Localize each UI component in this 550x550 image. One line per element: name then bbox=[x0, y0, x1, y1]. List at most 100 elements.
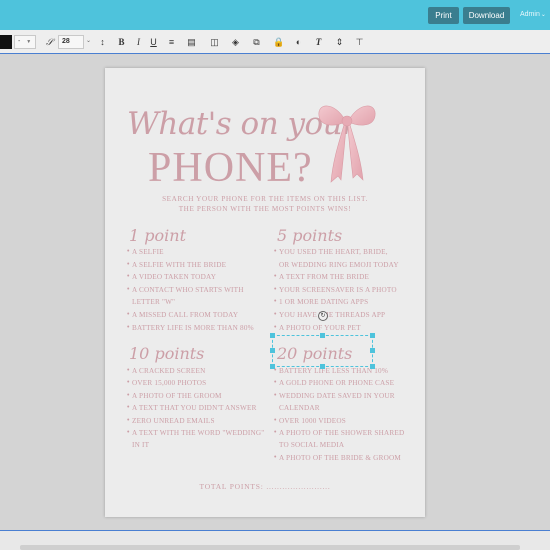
section-heading-1-point[interactable]: 1 point bbox=[129, 226, 186, 245]
opacity-icon[interactable]: ◐ bbox=[293, 36, 304, 48]
line-style-value: - bbox=[18, 38, 21, 45]
top-bar: Print Download Admin⌄ bbox=[0, 0, 550, 30]
bullet: • bbox=[127, 286, 130, 293]
bullet: • bbox=[127, 324, 130, 331]
design-canvas-page[interactable]: What's on your PHONE? SEARCH YOUR PHONE … bbox=[105, 68, 425, 517]
bullet: • bbox=[127, 379, 130, 386]
bullet: • bbox=[274, 273, 277, 280]
bullet: • bbox=[274, 417, 277, 424]
text-style-icon[interactable]: 𝒮 bbox=[44, 36, 55, 48]
print-button[interactable]: Print bbox=[428, 7, 459, 24]
resize-handle-top-left[interactable] bbox=[270, 333, 275, 338]
bullet: • bbox=[127, 429, 130, 436]
spacing-icon[interactable]: ⇕ bbox=[334, 36, 345, 48]
bullet: • bbox=[274, 379, 277, 386]
scrollbar-thumb[interactable] bbox=[20, 545, 520, 550]
chevron-down-icon[interactable]: ⌄ bbox=[86, 37, 91, 44]
list-item[interactable]: TO SOCIAL MEDIA bbox=[279, 441, 344, 449]
layers-icon[interactable]: ◫ bbox=[209, 36, 220, 48]
selection-box[interactable] bbox=[272, 335, 373, 367]
resize-handle-top-right[interactable] bbox=[370, 333, 375, 338]
bullet: • bbox=[274, 248, 277, 255]
user-menu-label: Admin bbox=[520, 11, 540, 18]
section-heading-5-points[interactable]: 5 points bbox=[277, 226, 342, 245]
underline-icon[interactable]: U bbox=[148, 36, 159, 48]
bullet: • bbox=[127, 273, 130, 280]
list-item[interactable]: YOU HAVE THE THREADS APP bbox=[279, 311, 385, 319]
title-main[interactable]: PHONE? bbox=[148, 144, 313, 192]
bold-icon[interactable]: B bbox=[116, 36, 127, 48]
format-toolbar: - ▼ 𝒮 28 ⌄ ↕ B I U ≡ ▤ ◫ ◈ ⧉ 🔒 ◐ T ⇕ ⊤ bbox=[0, 30, 550, 54]
list-item[interactable]: LETTER "W" bbox=[132, 298, 175, 306]
bullet: • bbox=[274, 392, 277, 399]
resize-handle-left[interactable] bbox=[270, 348, 275, 353]
list-item[interactable]: OVER 15,000 PHOTOS bbox=[132, 379, 206, 387]
bullet: • bbox=[274, 429, 277, 436]
rotate-handle-icon[interactable]: ↻ bbox=[318, 311, 328, 321]
font-size-select[interactable]: 28 bbox=[58, 35, 84, 49]
list-item[interactable]: A PHOTO OF THE SHOWER SHARED bbox=[279, 429, 404, 437]
font-size-value: 28 bbox=[62, 38, 70, 45]
list-item[interactable]: A CRACKED SCREEN bbox=[132, 367, 206, 375]
list-item[interactable]: A TEXT WITH THE WORD "WEDDING" bbox=[132, 429, 264, 437]
list-item[interactable]: 1 OR MORE DATING APPS bbox=[279, 298, 368, 306]
bullet: • bbox=[274, 324, 277, 331]
list-item[interactable]: A SELFIE WITH THE BRIDE bbox=[132, 261, 226, 269]
download-button[interactable]: Download bbox=[463, 7, 510, 24]
list-item[interactable]: A SELFIE bbox=[132, 248, 164, 256]
list-item[interactable]: YOUR SCREENSAVER IS A PHOTO bbox=[279, 286, 397, 294]
resize-handle-bottom-right[interactable] bbox=[370, 364, 375, 369]
list-item[interactable]: A MISSED CALL FROM TODAY bbox=[132, 311, 238, 319]
duplicate-icon[interactable]: ⧉ bbox=[251, 36, 262, 48]
total-points-line[interactable]: TOTAL POINTS: ........................ bbox=[105, 482, 425, 491]
crop-icon[interactable]: ⊤ bbox=[354, 36, 365, 48]
bullet: • bbox=[127, 417, 130, 424]
section-heading-10-points[interactable]: 10 points bbox=[129, 344, 204, 363]
list-item[interactable]: A VIDEO TAKEN TODAY bbox=[132, 273, 216, 281]
bullet: • bbox=[127, 311, 130, 318]
line-height-icon[interactable]: ↕ bbox=[97, 36, 108, 48]
list-item[interactable]: YOU USED THE HEART, BRIDE, bbox=[279, 248, 388, 256]
instructions-line-2[interactable]: THE PERSON WITH THE MOST POINTS WINS! bbox=[105, 205, 425, 213]
bullet: • bbox=[274, 454, 277, 461]
bullet: • bbox=[127, 392, 130, 399]
user-menu[interactable]: Admin⌄ bbox=[520, 11, 546, 18]
list-item[interactable]: A GOLD PHONE OR PHONE CASE bbox=[279, 379, 394, 387]
resize-handle-right[interactable] bbox=[370, 348, 375, 353]
list-item[interactable]: A PHOTO OF THE BRIDE & GROOM bbox=[279, 454, 401, 462]
align-icon[interactable]: ≡ bbox=[166, 36, 177, 48]
resize-handle-top[interactable] bbox=[320, 333, 325, 338]
chevron-down-icon: ▼ bbox=[26, 39, 32, 45]
bullet: • bbox=[127, 248, 130, 255]
list-item[interactable]: CALENDAR bbox=[279, 404, 320, 412]
list-item[interactable]: OVER 1000 VIDEOS bbox=[279, 417, 346, 425]
instructions-line-1[interactable]: SEARCH YOUR PHONE FOR THE ITEMS ON THIS … bbox=[105, 195, 425, 203]
lock-icon[interactable]: 🔒 bbox=[273, 36, 284, 48]
replace-image-icon[interactable]: ▤ bbox=[186, 36, 197, 48]
list-item[interactable]: ZERO UNREAD EMAILS bbox=[132, 417, 215, 425]
resize-handle-bottom-left[interactable] bbox=[270, 364, 275, 369]
bullet: • bbox=[127, 404, 130, 411]
italic-icon[interactable]: I bbox=[133, 36, 144, 48]
list-item[interactable]: WEDDING DATE SAVED IN YOUR bbox=[279, 392, 395, 400]
bullet: • bbox=[274, 311, 277, 318]
list-item[interactable]: IN IT bbox=[132, 441, 149, 449]
list-item[interactable]: A PHOTO OF YOUR PET bbox=[279, 324, 361, 332]
bullet: • bbox=[127, 367, 130, 374]
stack-icon[interactable]: ◈ bbox=[230, 36, 241, 48]
list-item[interactable]: A TEXT THAT YOU DIDN'T ANSWER bbox=[132, 404, 257, 412]
list-item[interactable]: A TEXT FROM THE BRIDE bbox=[279, 273, 369, 281]
list-item[interactable]: OR WEDDING RING EMOJI TODAY bbox=[279, 261, 399, 269]
bullet: • bbox=[274, 298, 277, 305]
text-transform-icon[interactable]: T bbox=[313, 36, 324, 48]
color-picker[interactable] bbox=[0, 35, 12, 49]
list-item[interactable]: A PHOTO OF THE GROOM bbox=[132, 392, 222, 400]
line-style-select[interactable]: - ▼ bbox=[14, 35, 36, 49]
list-item[interactable]: A CONTACT WHO STARTS WITH bbox=[132, 286, 244, 294]
bullet: • bbox=[127, 261, 130, 268]
horizontal-scrollbar[interactable] bbox=[0, 530, 550, 550]
resize-handle-bottom[interactable] bbox=[320, 364, 325, 369]
bullet: • bbox=[274, 286, 277, 293]
list-item[interactable]: BATTERY LIFE IS MORE THAN 80% bbox=[132, 324, 254, 332]
bow-illustration[interactable] bbox=[315, 100, 379, 186]
